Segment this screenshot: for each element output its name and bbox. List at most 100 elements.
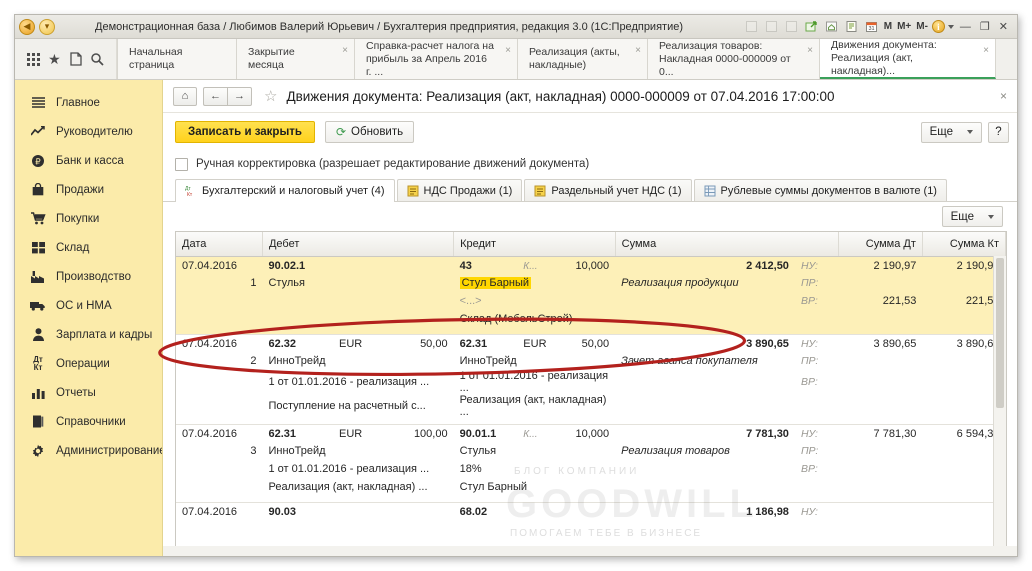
minimize-icon[interactable]: — bbox=[957, 21, 974, 33]
close-icon[interactable]: ✕ bbox=[996, 20, 1011, 33]
cell-debit-currency: EUR bbox=[339, 428, 363, 441]
table-row[interactable]: 07.04.2016 90.02.1 43 К... 10,000 2 412,… bbox=[176, 256, 1006, 274]
table-row[interactable]: 07.04.2016 62.32 EUR 50,00 62.31 EUR 50,… bbox=[176, 334, 1006, 352]
sidebar-item-purchases[interactable]: Покупки bbox=[15, 204, 162, 233]
scrollbar-thumb[interactable] bbox=[996, 258, 1004, 408]
cell-credit-sub2: 1 от 01.01.2016 - реализация ... bbox=[459, 370, 609, 394]
sidebar-item-production[interactable]: Производство bbox=[15, 262, 162, 291]
col-date[interactable]: Дата bbox=[176, 232, 263, 257]
tab-month-close[interactable]: Закрытие месяца × bbox=[237, 39, 355, 79]
table-row[interactable]: 07.04.2016 62.31 EUR 100,00 90.01.1 К...… bbox=[176, 424, 1006, 442]
table-row[interactable]: 1 Стулья Стул Барный Реализация продукци… bbox=[176, 274, 1006, 292]
sidebar-item-manager[interactable]: Руководителю bbox=[15, 117, 162, 146]
sidebar-item-label: Справочники bbox=[56, 415, 126, 428]
cell-debit-sub2: 1 от 01.01.2016 - реализация ... bbox=[268, 376, 430, 388]
close-icon[interactable]: × bbox=[998, 89, 1009, 103]
chevron-down-icon[interactable] bbox=[947, 24, 954, 29]
restore-icon[interactable]: ❐ bbox=[977, 20, 993, 33]
table-row[interactable]: 07.04.2016 90.03 68.02 1 186,98 НУ: bbox=[176, 502, 1006, 520]
col-sum-dt[interactable]: Сумма Дт bbox=[838, 232, 923, 257]
sidebar-item-sales[interactable]: Продажи bbox=[15, 175, 162, 204]
calculator-mplus-button[interactable]: M+ bbox=[896, 21, 912, 32]
cell-credit-sub2: 18% bbox=[459, 463, 482, 475]
sidebar-item-label: Отчеты bbox=[56, 386, 96, 399]
tab-close-icon[interactable]: × bbox=[635, 44, 641, 57]
report-icon[interactable] bbox=[843, 18, 860, 35]
sidebar-item-operations[interactable]: Дт Кт Операции bbox=[15, 349, 162, 378]
tab-close-icon[interactable]: × bbox=[342, 44, 348, 57]
cell-credit-sub1: Стулья bbox=[459, 445, 497, 457]
help-button[interactable]: ? bbox=[988, 121, 1009, 143]
grid-toolbar: Еще bbox=[163, 202, 1017, 231]
info-icon[interactable]: i bbox=[931, 20, 945, 33]
tab-accounting-tax[interactable]: Дт Кт Бухгалтерский и налоговый учет (4) bbox=[175, 179, 395, 202]
table-row[interactable]: Реализация (акт, накладная) ... Стул Бар… bbox=[176, 478, 1006, 496]
calculator-mminus-button[interactable]: M- bbox=[915, 21, 929, 32]
table-row[interactable]: <...> ВР: 221,53 221,53 bbox=[176, 292, 1006, 310]
sidebar-item-payroll-hr[interactable]: Зарплата и кадры bbox=[15, 320, 162, 349]
table-row[interactable]: 2 ИнноТрейд ИнноТрейд Зачет аванса покуп… bbox=[176, 352, 1006, 370]
calendar-icon[interactable]: 31 bbox=[863, 18, 880, 35]
sidebar-item-warehouse[interactable]: Склад bbox=[15, 233, 162, 262]
forward-circle-icon[interactable]: ▾ bbox=[39, 18, 55, 35]
sidebar-item-catalogs[interactable]: Справочники bbox=[15, 407, 162, 436]
sidebar-item-bank-cash[interactable]: ₽ Банк и касса bbox=[15, 146, 162, 175]
col-debit[interactable]: Дебет bbox=[262, 232, 455, 257]
cell-sum-dt: 3 890,65 bbox=[873, 338, 917, 351]
sidebar-item-administration[interactable]: Администрирование bbox=[15, 436, 162, 465]
favorites-star-icon[interactable]: ★ bbox=[48, 51, 61, 68]
back-circle-icon[interactable]: ◀ bbox=[19, 18, 35, 35]
table-vertical-scrollbar[interactable] bbox=[993, 256, 1006, 546]
tab-profit-tax-report[interactable]: Справка-расчет налога на прибыль за Апре… bbox=[355, 39, 518, 79]
save-and-close-button[interactable]: Записать и закрыть bbox=[175, 121, 315, 143]
tab-home[interactable]: Начальная страница bbox=[117, 39, 237, 79]
tab-vat-sales[interactable]: НДС Продажи (1) bbox=[396, 179, 523, 201]
cell-credit-account: 90.01.1 bbox=[459, 428, 497, 441]
paste-icon[interactable] bbox=[783, 18, 800, 35]
tab-goods-sale-invoice[interactable]: Реализация товаров: Накладная 0000-00000… bbox=[648, 39, 820, 79]
table-row[interactable]: Склад (МебельСтрой) bbox=[176, 310, 1006, 328]
cell-credit-qty: 10,000 bbox=[575, 260, 610, 273]
home-icon[interactable] bbox=[823, 18, 840, 35]
search-icon[interactable] bbox=[90, 52, 104, 66]
refresh-button[interactable]: ⟳ Обновить bbox=[324, 121, 415, 143]
sidebar-item-main[interactable]: Главное bbox=[15, 88, 162, 117]
star-outline-icon[interactable]: ☆ bbox=[264, 87, 277, 105]
manual-correction-checkbox[interactable] bbox=[175, 157, 188, 171]
col-sum-kt[interactable]: Сумма Кт bbox=[922, 232, 1006, 257]
quick-tool-icons: ★ bbox=[15, 39, 117, 79]
movements-table-wrapper: БЛОГ КОМПАНИИ GOODWILL ПОМОГАЕМ ТЕБЕ В Б… bbox=[175, 231, 1007, 546]
share-icon[interactable] bbox=[803, 18, 820, 35]
calculator-m-button[interactable]: M bbox=[883, 21, 893, 32]
table-row[interactable]: 1 от 01.01.2016 - реализация ... 1 от 01… bbox=[176, 370, 1006, 394]
apps-grid-icon[interactable] bbox=[27, 52, 41, 66]
tab-close-icon[interactable]: × bbox=[807, 44, 813, 57]
home-icon[interactable]: ⌂ bbox=[173, 86, 197, 106]
sidebar-item-reports[interactable]: Отчеты bbox=[15, 378, 162, 407]
bar-chart-icon bbox=[29, 387, 47, 399]
sidebar-item-label: Склад bbox=[56, 241, 90, 254]
cut-icon[interactable] bbox=[743, 18, 760, 35]
tab-ruble-amounts[interactable]: Рублевые суммы документов в валюте (1) bbox=[693, 179, 947, 201]
arrow-right-icon[interactable]: → bbox=[227, 86, 252, 106]
sidebar-item-fixed-assets[interactable]: ОС и НМА bbox=[15, 291, 162, 320]
grid-more-button[interactable]: Еще bbox=[941, 206, 1003, 227]
tab-vat-separate[interactable]: Раздельный учет НДС (1) bbox=[524, 179, 692, 201]
arrow-left-icon[interactable]: ← bbox=[203, 86, 227, 106]
copy-icon[interactable] bbox=[763, 18, 780, 35]
history-icon[interactable] bbox=[69, 52, 82, 66]
col-credit[interactable]: Кредит bbox=[453, 232, 616, 257]
open-document-tabs: Начальная страница Закрытие месяца × Спр… bbox=[117, 39, 1017, 79]
table-row[interactable]: 1 от 01.01.2016 - реализация ... 18% ВР: bbox=[176, 460, 1006, 478]
tab-close-icon[interactable]: × bbox=[505, 44, 511, 57]
table-row[interactable]: Поступление на расчетный с... Реализация… bbox=[176, 394, 1006, 418]
cell-tag-nu: НУ: bbox=[800, 506, 818, 519]
tab-sales-acts[interactable]: Реализация (акты, накладные) × bbox=[518, 39, 648, 79]
table-row[interactable]: 3 ИнноТрейд Стулья Реализация товаров ПР… bbox=[176, 442, 1006, 460]
cell-credit-account: 68.02 bbox=[459, 506, 488, 519]
more-button[interactable]: Еще bbox=[920, 121, 982, 143]
main-body: Главное Руководителю ₽ Банк и касса Прод… bbox=[15, 80, 1017, 556]
tab-document-movements[interactable]: Движения документа: Реализация (акт, нак… bbox=[820, 39, 996, 79]
col-amount[interactable]: Сумма bbox=[615, 232, 839, 257]
tab-close-icon[interactable]: × bbox=[983, 44, 989, 57]
